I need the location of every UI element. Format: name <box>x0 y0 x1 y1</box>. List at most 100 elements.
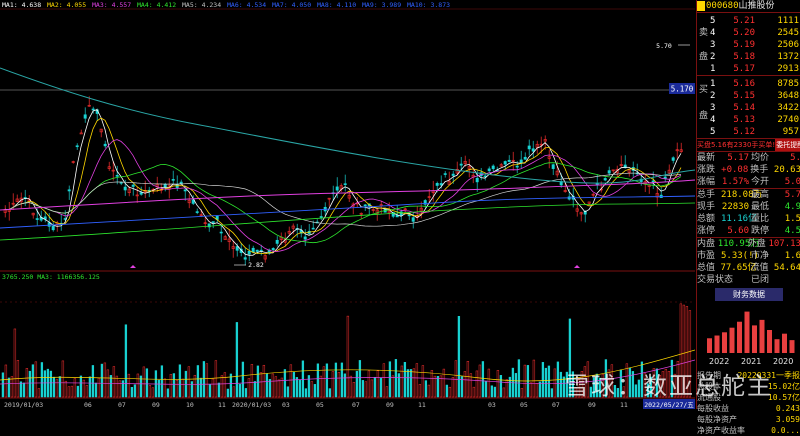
sell-level-3[interactable]: 3 5.19 2506 <box>697 39 800 51</box>
stock-title[interactable]: 000680 山推股份 <box>697 0 800 12</box>
buy-level-4[interactable]: 4 5.13 2740 <box>697 114 800 126</box>
buy-level-num: 3 <box>710 103 716 113</box>
volume-bar <box>25 368 29 398</box>
ma-legend-item: MA9: 3.989 <box>362 1 401 9</box>
volume-bar <box>532 359 536 398</box>
volume-bar <box>319 375 323 398</box>
x-axis-label: 07 <box>352 401 360 409</box>
stat-label: 总值 <box>697 263 716 273</box>
volume-bar <box>454 360 458 398</box>
buy-level-num: 5 <box>710 127 716 137</box>
volume-bar <box>163 378 167 398</box>
volume-bar <box>115 375 119 398</box>
volume-bar <box>28 370 32 398</box>
buy-price: 5.14 <box>733 103 755 113</box>
stat-row: 市盈 5.33(!) 市净 1.6 <box>697 250 800 262</box>
volume-bar <box>91 365 95 398</box>
buy-level-1[interactable]: 1 5.16 8785 <box>697 78 800 90</box>
ma-legend-item: MA2: 4.055 <box>47 1 86 9</box>
candle-body <box>487 168 491 172</box>
volume-bar <box>289 364 293 398</box>
finance-bar <box>729 327 735 353</box>
volume-bar <box>40 362 44 398</box>
volume-bar <box>400 365 404 398</box>
candle-body <box>491 165 495 170</box>
kline-chart[interactable]: MA1: 4.638 MA2: 4.055 MA3: 4.557 MA4: 4.412… <box>0 0 696 409</box>
x-axis-label: 11 <box>620 401 628 409</box>
volume-bar <box>253 381 257 398</box>
candle-body <box>115 175 119 177</box>
candle-body <box>271 248 275 251</box>
stat-label: 换手 <box>750 165 769 175</box>
stat-value: 5.0 <box>784 177 800 187</box>
stat-row: 最新 5.17 均价 5. <box>697 151 800 164</box>
volume-bar <box>271 373 275 398</box>
volume-bar <box>313 384 317 398</box>
volume-bar <box>295 377 299 398</box>
stat-value: 5.17 <box>727 153 749 163</box>
x-axis-label: 07 <box>552 401 560 409</box>
buy-volume: 957 <box>782 127 799 137</box>
sell-volume: 2545 <box>777 28 799 38</box>
finance-value: 3.059 <box>775 415 800 424</box>
candle-body <box>603 178 607 181</box>
volume-bar <box>544 367 548 398</box>
finance-label: 净资产收益率 <box>697 426 745 435</box>
buy-level-5[interactable]: 5 5.12 957 <box>697 126 800 138</box>
volume-bar <box>130 387 134 398</box>
sell-level-5[interactable]: 5 5.21 1111 <box>697 15 800 27</box>
volume-bar <box>406 369 410 398</box>
ma-long-green <box>0 202 696 241</box>
stat-label: 总额 <box>697 214 716 224</box>
sell-level-num: 1 <box>710 64 716 74</box>
sell-level-1[interactable]: 1 5.17 2913 <box>697 63 800 75</box>
x-axis-date-tag: 2022/05/27/五 <box>644 401 694 409</box>
stat-row: 总手 218.08万 最高 5.7 <box>697 188 800 201</box>
volume-bar <box>493 386 497 398</box>
volume-bar <box>256 365 260 398</box>
volume-bar <box>367 370 371 398</box>
ma-long-blue <box>0 195 696 229</box>
volume-bar <box>499 375 503 398</box>
candle-body <box>303 236 307 240</box>
volume-bar <box>553 368 557 398</box>
volume-bar <box>412 368 416 398</box>
volume-bar <box>160 365 164 398</box>
volume-bar <box>442 368 446 398</box>
candle-body <box>67 189 71 192</box>
x-axis-label: 07 <box>118 401 126 409</box>
candle-body <box>247 250 251 255</box>
tab-finance-data[interactable]: 财务数据 <box>715 288 783 301</box>
volume-bar <box>181 378 185 398</box>
candle-body <box>443 173 447 175</box>
stat-value <box>721 274 749 286</box>
candle-body <box>91 108 95 111</box>
kline-chart-area[interactable]: MA1: 4.638 MA2: 4.055 MA3: 4.557 MA4: 4.412… <box>0 0 696 409</box>
volume-bar <box>178 364 182 398</box>
volume-bar <box>301 360 305 398</box>
candle-body <box>195 211 199 213</box>
volume-bar <box>337 372 341 398</box>
volume-bar <box>520 388 524 398</box>
volume-bar <box>151 387 155 398</box>
volume-bar <box>391 375 395 398</box>
buy-level-3[interactable]: 3 5.14 3422 <box>697 102 800 114</box>
buy-level-2[interactable]: 2 5.15 3648 <box>697 90 800 102</box>
volume-bar <box>259 372 263 398</box>
volume-bar <box>379 377 383 398</box>
finance-label: 每股净资产 <box>697 415 737 424</box>
candle-body <box>335 186 339 191</box>
volume-bar <box>187 366 191 398</box>
alert-button[interactable]: 委托提醒 <box>775 139 800 151</box>
sell-level-4[interactable]: 4 5.20 2545 <box>697 27 800 39</box>
x-axis-label: 05 <box>520 401 528 409</box>
volume-bar <box>517 359 521 398</box>
volume-bar <box>31 364 35 398</box>
stat-value: +0.08 <box>721 165 749 175</box>
sell-price: 5.18 <box>733 52 755 62</box>
sell-level-2[interactable]: 2 5.18 1372 <box>697 51 800 63</box>
volume-bar <box>193 374 197 398</box>
volume-bar <box>397 373 401 398</box>
stock-flag-icon <box>697 1 705 11</box>
ma-line <box>4 139 682 253</box>
